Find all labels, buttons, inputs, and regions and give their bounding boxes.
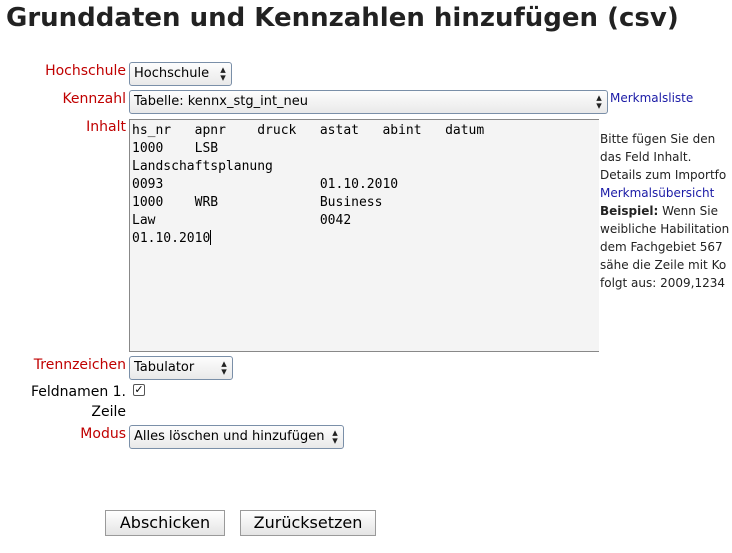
kennzahl-select[interactable]: Tabelle: kennx_stg_int_neu ▴ ▾ (129, 90, 608, 114)
reset-button[interactable]: Zurücksetzen (240, 510, 376, 536)
hochschule-label: Hochschule (45, 63, 126, 79)
help-text: sähe die Zeile mit Ko (600, 258, 727, 272)
select-arrow-icon: ▴ ▾ (220, 63, 226, 84)
help-example-label: Beispiel: (600, 204, 659, 218)
text-caret (210, 230, 212, 245)
feldnamen-label: Feldnamen 1. (30, 384, 126, 400)
trennzeichen-select-value: Tabulator (134, 360, 195, 375)
feldnamen-checkbox[interactable]: ✓ (133, 384, 145, 396)
inhalt-line: 1000 WRB Business (132, 195, 383, 210)
hochschule-select-value: Hochschule (134, 66, 210, 81)
select-arrow-icon: ▴ ▾ (221, 357, 227, 378)
trennzeichen-label: Trennzeichen (33, 357, 126, 373)
modus-select-value: Alles löschen und hinzufügen (134, 429, 325, 444)
help-text: weibliche Habilitation (600, 222, 730, 236)
inhalt-line: Landschaftsplanung (132, 159, 273, 174)
help-text: Wenn Sie (658, 204, 719, 218)
inhalt-label: Inhalt (86, 119, 126, 135)
kennzahl-select-value: Tabelle: kennx_stg_int_neu (134, 94, 309, 109)
trennzeichen-select[interactable]: Tabulator ▴ ▾ (129, 356, 233, 380)
modus-label: Modus (80, 426, 126, 442)
help-text: das Feld Inhalt. (600, 150, 692, 164)
modus-select[interactable]: Alles löschen und hinzufügen ▴ ▾ (129, 425, 344, 449)
help-text: Details zum Importfo (600, 168, 727, 182)
page-title: Grunddaten und Kennzahlen hinzufügen (cs… (6, 3, 679, 33)
merkmalsliste-link[interactable]: Merkmalsliste (610, 91, 693, 105)
inhalt-line: Law 0042 (132, 213, 352, 228)
inhalt-line: hs_nr apnr druck astat abint datum (132, 123, 485, 138)
help-text: folgt aus: 2009,1234 (600, 276, 725, 290)
help-text: dem Fachgebiet 567 (600, 240, 723, 254)
inhalt-line: 01.10.2010 (132, 231, 211, 246)
merkmalsuebersicht-link[interactable]: Merkmalsübersicht (600, 184, 732, 202)
hochschule-select[interactable]: Hochschule ▴ ▾ (129, 62, 232, 86)
inhalt-line: 0093 01.10.2010 (132, 177, 399, 192)
inhalt-line: 1000 LSB (132, 141, 219, 156)
submit-button[interactable]: Abschicken (105, 510, 225, 536)
select-arrow-icon: ▴ ▾ (596, 91, 602, 112)
feldnamen-label-line2: Zeile (91, 404, 126, 420)
select-arrow-icon: ▴ ▾ (332, 426, 338, 447)
kennzahl-label: Kennzahl (62, 91, 126, 107)
help-panel: Bitte fügen Sie den das Feld Inhalt. Det… (600, 130, 732, 292)
help-text: Bitte fügen Sie den (600, 132, 716, 146)
inhalt-textarea[interactable]: hs_nr apnr druck astat abint datum 1000 … (129, 119, 599, 352)
